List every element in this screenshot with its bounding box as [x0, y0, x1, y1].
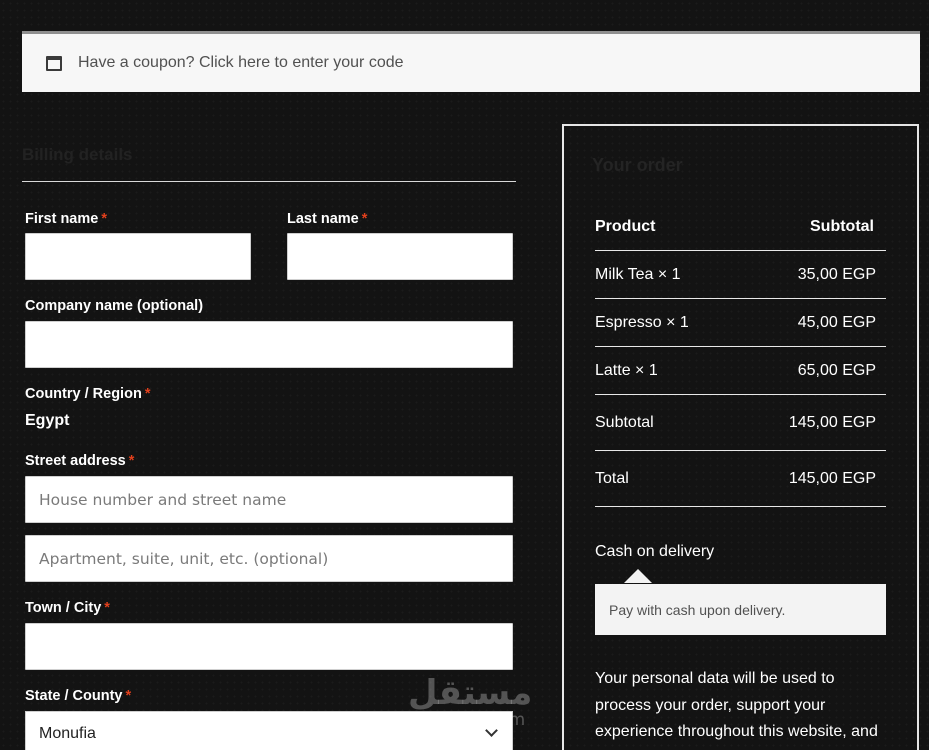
last-name-field[interactable] [287, 233, 513, 280]
order-heading: Your order [592, 155, 683, 175]
order-item-name: Espresso × 1 [595, 313, 689, 331]
coupon-notice: Have a coupon? Click here to enter your … [22, 31, 920, 92]
state-label: State / County * [25, 688, 131, 704]
billing-divider [22, 181, 516, 182]
last-name-label: Last name * [287, 211, 367, 227]
payment-description-box: Pay with cash upon delivery. [595, 584, 886, 635]
payment-box-arrow [624, 569, 652, 583]
required-mark: * [104, 600, 110, 616]
order-item-price: 35,00 EGP [797, 265, 876, 283]
total-value: 145,00 EGP [788, 469, 876, 487]
required-mark: * [144, 386, 151, 402]
watermark-arabic: مستقل [408, 673, 533, 713]
order-table-header: Product Subtotal [595, 203, 886, 251]
billing-heading: Billing details [22, 145, 133, 164]
required-mark: * [101, 211, 107, 227]
subtotal-label: Subtotal [595, 413, 654, 431]
order-item-price: 65,00 EGP [797, 361, 876, 379]
first-name-field[interactable] [25, 233, 251, 280]
country-label: Country / Region * [25, 386, 150, 402]
order-item-name: Latte × 1 [595, 361, 658, 379]
first-name-label: First name * [25, 211, 107, 227]
order-item-row: Latte × 1 65,00 EGP [595, 347, 886, 395]
first-name-label-text: First name [25, 211, 99, 227]
order-item-row: Milk Tea × 1 35,00 EGP [595, 251, 886, 299]
coupon-link[interactable]: Have a coupon? Click here to enter your … [78, 54, 404, 72]
calendar-icon [46, 55, 62, 71]
watermark-latin: mostaql.com [415, 710, 526, 730]
country-value: Egypt [25, 412, 70, 429]
state-select-value: Monufia [39, 724, 96, 742]
payment-description: Pay with cash upon delivery. [609, 601, 786, 618]
town-label-text: Town / City [25, 600, 102, 616]
required-mark: * [361, 211, 368, 227]
town-label: Town / City * [25, 600, 110, 616]
order-item-price: 45,00 EGP [797, 313, 876, 331]
payment-method-cod[interactable]: Cash on delivery [595, 543, 714, 561]
street-label-text: Street address [25, 453, 126, 469]
company-label: Company name (optional) [25, 298, 204, 314]
total-row: Total 145,00 EGP [595, 451, 886, 507]
total-label: Total [595, 469, 629, 487]
town-field[interactable] [25, 623, 513, 670]
required-mark: * [128, 453, 135, 469]
order-table: Product Subtotal Milk Tea × 1 35,00 EGP … [595, 203, 886, 507]
last-name-label-text: Last name [287, 211, 359, 227]
company-field[interactable] [25, 321, 513, 368]
subtotal-column-header: Subtotal [810, 217, 874, 235]
watermark: مستقل mostaql.com [408, 676, 532, 729]
subtotal-row: Subtotal 145,00 EGP [595, 395, 886, 451]
country-label-text: Country / Region [25, 386, 142, 402]
order-item-row: Espresso × 1 45,00 EGP [595, 299, 886, 347]
privacy-text: Your personal data will be used to proce… [595, 670, 878, 740]
required-mark: * [125, 688, 132, 704]
street-label: Street address * [25, 453, 134, 469]
street-address-1-field[interactable]: House number and street name [25, 476, 513, 523]
street-address-2-field[interactable]: Apartment, suite, unit, etc. (optional) [25, 535, 513, 582]
state-label-text: State / County [25, 688, 123, 704]
product-column-header: Product [595, 217, 656, 235]
subtotal-value: 145,00 EGP [788, 413, 876, 431]
order-item-name: Milk Tea × 1 [595, 265, 681, 283]
